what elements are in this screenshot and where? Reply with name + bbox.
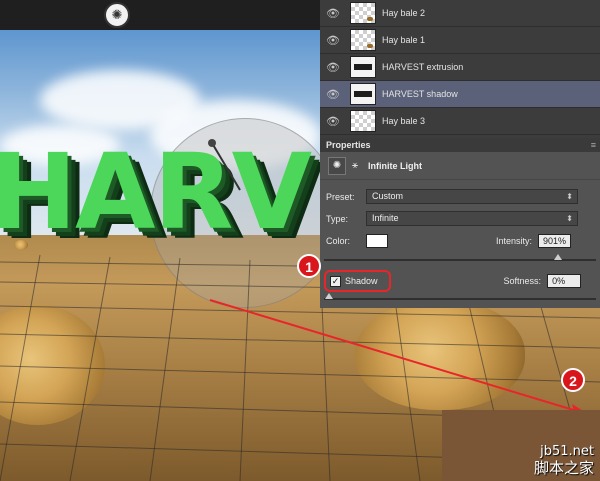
intensity-slider-knob[interactable] xyxy=(554,254,562,260)
eye-icon[interactable]: 👁 xyxy=(320,88,346,101)
harvest-3d-text[interactable]: HARV xyxy=(0,140,312,244)
intensity-field[interactable]: 901% xyxy=(538,234,572,248)
layer-name: Hay bale 3 xyxy=(382,116,426,126)
intensity-label: Intensity: xyxy=(496,236,533,246)
type-label: Type: xyxy=(326,213,349,224)
softness-slider-knob[interactable] xyxy=(325,293,333,299)
layer-row[interactable]: 👁 Hay bale 1 xyxy=(320,27,600,54)
layer-thumbnail xyxy=(350,110,376,132)
layer-thumbnail xyxy=(350,2,376,24)
type-value: Infinite xyxy=(372,213,399,223)
layer-thumbnail-3d xyxy=(350,56,376,78)
light-type-title: Infinite Light xyxy=(368,160,422,171)
canvas-top-bar xyxy=(0,0,320,30)
softness-label: Softness: xyxy=(503,276,542,286)
coordinates-icon[interactable]: ⚹ xyxy=(352,160,358,171)
watermark-chinese: 脚本之家 xyxy=(533,459,594,477)
layer-name: HARVEST extrusion xyxy=(382,62,464,72)
eye-icon[interactable]: 👁 xyxy=(320,7,346,20)
shadow-highlight-box xyxy=(324,270,391,292)
layer-name: Hay bale 1 xyxy=(382,35,426,45)
step-badge-1: 1 xyxy=(297,254,321,278)
layer-row-selected[interactable]: 👁 HARVEST shadow xyxy=(320,81,600,108)
preset-value: Custom xyxy=(372,191,404,201)
layer-row[interactable]: 👁 Hay bale 3 xyxy=(320,108,600,135)
preset-label: Preset: xyxy=(326,191,355,202)
sun-icon[interactable]: ✺ xyxy=(104,2,130,28)
light-settings-icon[interactable]: ✺ xyxy=(328,156,346,175)
softness-slider-track[interactable] xyxy=(324,298,596,300)
type-row: Type: Infinite ⬍ xyxy=(320,211,600,226)
eye-icon[interactable]: 👁 xyxy=(320,115,346,128)
step-badge-2: 2 xyxy=(561,368,585,392)
color-row: Color: Intensity: 901% xyxy=(320,234,600,248)
eye-icon[interactable]: 👁 xyxy=(320,34,346,47)
select-arrows-icon: ⬍ xyxy=(566,214,573,223)
select-arrows-icon: ⬍ xyxy=(566,192,573,201)
panel-menu-icon[interactable]: ≡ xyxy=(591,140,596,150)
layer-thumbnail xyxy=(350,29,376,51)
properties-tab-bar: Properties ≡ xyxy=(320,138,600,152)
eye-icon[interactable]: 👁 xyxy=(320,61,346,74)
preset-select[interactable]: Custom ⬍ xyxy=(366,189,578,204)
layer-row[interactable]: 👁 Hay bale 2 xyxy=(320,0,600,27)
layer-row[interactable]: 👁 HARVEST extrusion xyxy=(320,54,600,81)
softness-field[interactable]: 0% xyxy=(547,274,582,288)
color-label: Color: xyxy=(326,236,351,246)
properties-header: ✺ ⚹ Infinite Light xyxy=(320,152,600,180)
layers-panel: 👁 Hay bale 2 👁 Hay bale 1 👁 HARVEST extr… xyxy=(320,0,600,138)
preset-row: Preset: Custom ⬍ xyxy=(320,189,600,204)
tab-properties[interactable]: Properties xyxy=(326,140,371,150)
layer-name: HARVEST shadow xyxy=(382,89,458,99)
layer-thumbnail-3d xyxy=(350,83,376,105)
color-swatch[interactable] xyxy=(366,234,388,248)
layer-name: Hay bale 2 xyxy=(382,8,426,18)
hay-bale-right xyxy=(355,300,525,410)
type-select[interactable]: Infinite ⬍ xyxy=(366,211,578,226)
